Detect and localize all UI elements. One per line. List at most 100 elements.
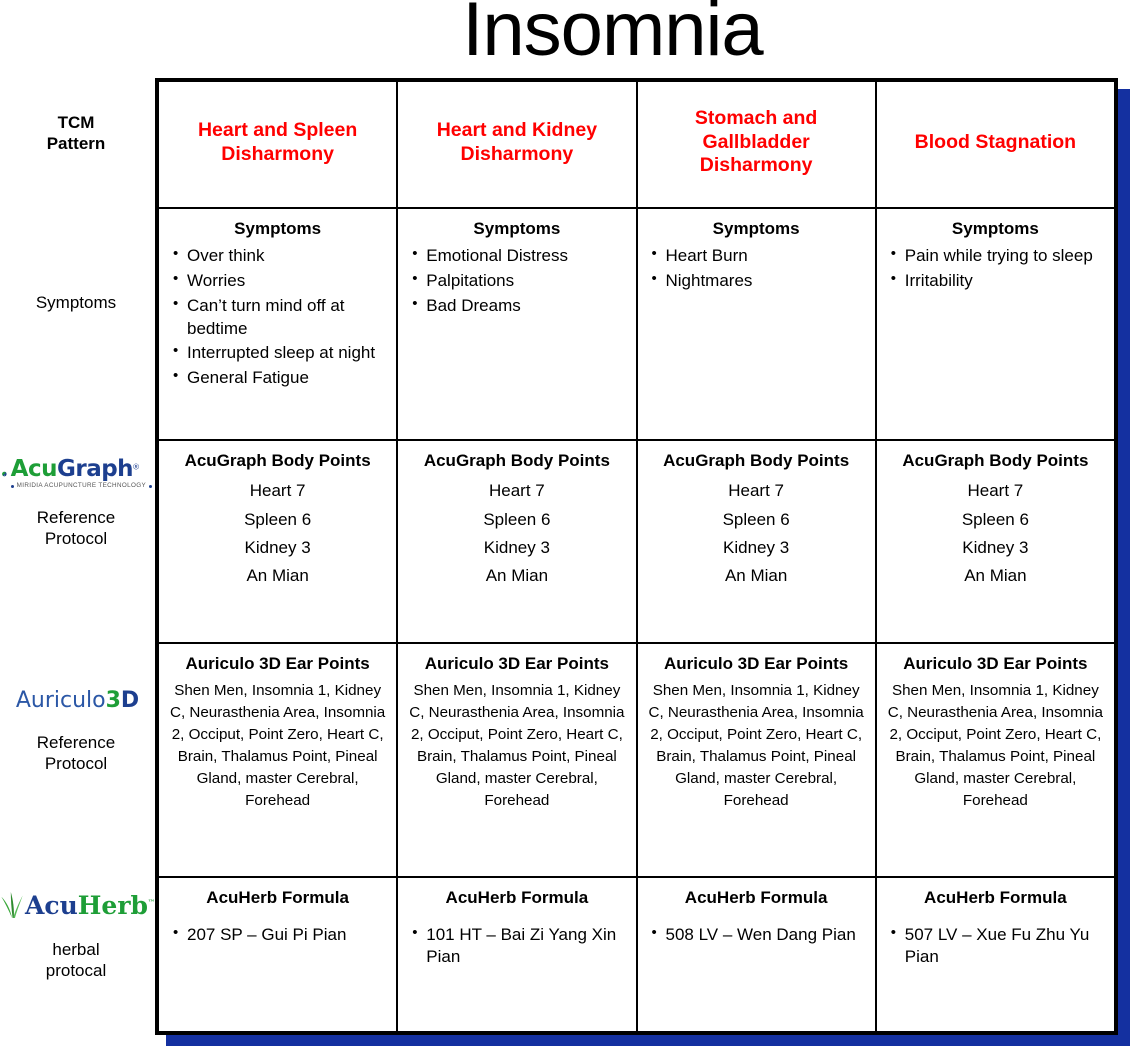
ear-points-text-3: Shen Men, Insomnia 1, Kidney C, Neurasth… bbox=[887, 682, 1104, 809]
ear-heading-1: Auriculo 3D Ear Points bbox=[424, 654, 609, 673]
list-item: An Mian bbox=[485, 566, 549, 586]
auriculo3d-logo: Auriculo3D bbox=[0, 690, 155, 712]
herb-list-1: 101 HT – Bai Zi Yang Xin Pian bbox=[408, 923, 625, 968]
row-label-tcm-pattern-line2: Pattern bbox=[46, 133, 106, 153]
list-item: Can’t turn mind off at bedtime bbox=[169, 294, 386, 341]
list-item: Spleen 6 bbox=[244, 509, 312, 529]
table-row-herb-formula: AcuHerb Formula 207 SP – Gui Pi Pian Acu… bbox=[159, 878, 1114, 1031]
acuherb-logo: AcuHerb™ bbox=[0, 892, 155, 918]
ear-heading-2: Auriculo 3D Ear Points bbox=[664, 654, 849, 673]
list-item: Heart 7 bbox=[489, 481, 545, 501]
table-cell-herb-2: AcuHerb Formula 508 LV – Wen Dang Pian bbox=[638, 878, 877, 1031]
list-item: 101 HT – Bai Zi Yang Xin Pian bbox=[408, 923, 625, 968]
herb-list-3: 507 LV – Xue Fu Zhu Yu Pian bbox=[887, 923, 1104, 968]
acugraph-dot-left-icon bbox=[10, 484, 14, 488]
symptoms-list-2: Heart BurnNightmares bbox=[648, 244, 865, 293]
herb-heading-1: AcuHerb Formula bbox=[445, 888, 589, 907]
list-item: Spleen 6 bbox=[483, 509, 551, 529]
list-item: Nightmares bbox=[648, 269, 865, 293]
herb-heading-3: AcuHerb Formula bbox=[924, 888, 1067, 907]
body-heading-2: AcuGraph Body Points bbox=[663, 451, 850, 470]
symptoms-heading-1: Symptoms bbox=[473, 219, 561, 238]
list-item: An Mian bbox=[724, 566, 788, 586]
list-item: An Mian bbox=[964, 566, 1027, 586]
list-item: Kidney 3 bbox=[483, 537, 550, 557]
list-item: Kidney 3 bbox=[723, 537, 790, 557]
table-cell-body-3: AcuGraph Body Points Heart 7 Spleen 6 Kidn… bbox=[877, 441, 1114, 642]
symptoms-list-3: Pain while trying to sleepIrritability bbox=[887, 244, 1104, 293]
acuherb-trademark-icon: ™ bbox=[147, 897, 155, 907]
table-cell-symptoms-2: Symptoms Heart BurnNightmares bbox=[638, 209, 877, 439]
acuherb-word-herb: Herb bbox=[77, 890, 148, 920]
symptoms-heading-0: Symptoms bbox=[234, 219, 322, 238]
row-label-auriculo-line1: Reference bbox=[36, 733, 116, 752]
auriculo3d-wordmark: Auriculo3D bbox=[0, 690, 155, 712]
table-cell-herb-3: AcuHerb Formula 507 LV – Xue Fu Zhu Yu P… bbox=[877, 878, 1114, 1031]
symptoms-list-0: Over thinkWorriesCan’t turn mind off at … bbox=[169, 244, 386, 390]
acuherb-logo-lockup: AcuHerb™ bbox=[0, 892, 155, 918]
table-cell-ear-3: Auriculo 3D Ear Points Shen Men, Insomni… bbox=[877, 644, 1114, 876]
table-cell-ear-0: Auriculo 3D Ear Points Shen Men, Insomni… bbox=[159, 644, 399, 876]
list-item: 507 LV – Xue Fu Zhu Yu Pian bbox=[887, 923, 1104, 968]
body-points-list-3: Heart 7 Spleen 6 Kidney 3 An Mian bbox=[887, 477, 1104, 590]
ear-points-text-2: Shen Men, Insomnia 1, Kidney C, Neurasth… bbox=[648, 682, 864, 809]
acugraph-tagline: MIRIDIA ACUPUNCTURE TECHNOLOGY bbox=[16, 482, 146, 489]
row-label-acuherb-reference: herbal protocal bbox=[0, 940, 152, 981]
list-item: Bad Dreams bbox=[408, 294, 625, 318]
table-cell-ear-1: Auriculo 3D Ear Points Shen Men, Insomni… bbox=[398, 644, 638, 876]
herb-heading-0: AcuHerb Formula bbox=[206, 888, 349, 907]
row-label-tcm-pattern: TCM Pattern bbox=[0, 113, 152, 154]
pattern-title-3: Blood Stagnation bbox=[914, 130, 1077, 153]
body-heading-0: AcuGraph Body Points bbox=[184, 451, 371, 470]
acuherb-wordmark: AcuHerb™ bbox=[25, 893, 155, 918]
pattern-title-0: Heart and Spleen Disharmony bbox=[197, 118, 358, 165]
row-label-acugraph-reference: Reference Protocol bbox=[0, 508, 152, 549]
table-cell-pattern-2: Stomach and Gallbladder Disharmony bbox=[638, 82, 877, 207]
table-cell-body-1: AcuGraph Body Points Heart 7 Spleen 6 Kidn… bbox=[398, 441, 638, 642]
list-item: Interrupted sleep at night bbox=[169, 341, 386, 365]
acuherb-word-acu: Acu bbox=[25, 890, 78, 920]
list-item: Kidney 3 bbox=[962, 537, 1029, 557]
list-item: 207 SP – Gui Pi Pian bbox=[169, 923, 386, 946]
list-item: Spleen 6 bbox=[722, 509, 790, 529]
list-item: 508 LV – Wen Dang Pian bbox=[648, 923, 865, 946]
ear-heading-3: Auriculo 3D Ear Points bbox=[903, 654, 1088, 673]
list-item: An Mian bbox=[246, 566, 309, 586]
page-title: Insomnia bbox=[462, 0, 763, 72]
table-row-body-points: AcuGraph Body Points Heart 7 Spleen 6 Kidn… bbox=[159, 441, 1114, 644]
row-label-auriculo-line2: Protocol bbox=[44, 753, 108, 773]
symptoms-list-1: Emotional DistressPalpitationsBad Dreams bbox=[408, 244, 625, 318]
pattern-title-1: Heart and Kidney Disharmony bbox=[436, 118, 598, 165]
table-row-tcm-pattern: Heart and Spleen Disharmony Heart and Ki… bbox=[159, 82, 1114, 209]
table-cell-pattern-3: Blood Stagnation bbox=[877, 82, 1114, 207]
acugraph-word-graph: Graph bbox=[56, 456, 134, 482]
symptoms-heading-3: Symptoms bbox=[951, 219, 1039, 238]
row-label-acugraph-line1: Reference bbox=[36, 508, 116, 527]
table-cell-symptoms-0: Symptoms Over thinkWorriesCan’t turn min… bbox=[159, 209, 399, 439]
herb-heading-2: AcuHerb Formula bbox=[684, 888, 828, 907]
list-item: Heart 7 bbox=[967, 481, 1024, 501]
acugraph-logo-lockup: AcuGraph® MIRIDIA ACUPUNCTURE TECHNOLOGY bbox=[0, 458, 155, 489]
ear-heading-0: Auriculo 3D Ear Points bbox=[185, 654, 370, 673]
body-points-list-1: Heart 7 Spleen 6 Kidney 3 An Mian bbox=[408, 477, 625, 590]
acugraph-word-acu: Acu bbox=[10, 456, 58, 482]
acugraph-registered-icon: ® bbox=[133, 462, 139, 472]
list-item: Kidney 3 bbox=[244, 537, 311, 557]
row-label-auriculo-reference: Reference Protocol bbox=[0, 733, 152, 774]
acugraph-logo: AcuGraph® MIRIDIA ACUPUNCTURE TECHNOLOGY bbox=[0, 458, 155, 489]
row-label-acugraph-line2: Protocol bbox=[44, 528, 108, 548]
list-item: Over think bbox=[169, 244, 386, 268]
list-item: Irritability bbox=[887, 269, 1104, 293]
auriculo3d-word-d: D bbox=[120, 688, 140, 713]
table-cell-pattern-0: Heart and Spleen Disharmony bbox=[159, 82, 399, 207]
body-heading-3: AcuGraph Body Points bbox=[902, 451, 1089, 470]
protocol-table: Heart and Spleen Disharmony Heart and Ki… bbox=[155, 78, 1118, 1035]
auriculo3d-word-auriculo: Auriculo bbox=[15, 688, 106, 713]
acugraph-tagline-row: MIRIDIA ACUPUNCTURE TECHNOLOGY bbox=[10, 482, 155, 489]
list-item: Palpitations bbox=[408, 269, 625, 293]
herb-list-0: 207 SP – Gui Pi Pian bbox=[169, 923, 386, 946]
table-row-ear-points: Auriculo 3D Ear Points Shen Men, Insomni… bbox=[159, 644, 1114, 878]
body-heading-1: AcuGraph Body Points bbox=[423, 451, 610, 470]
table-row-symptoms: Symptoms Over thinkWorriesCan’t turn min… bbox=[159, 209, 1114, 441]
table-cell-herb-0: AcuHerb Formula 207 SP – Gui Pi Pian bbox=[159, 878, 399, 1031]
